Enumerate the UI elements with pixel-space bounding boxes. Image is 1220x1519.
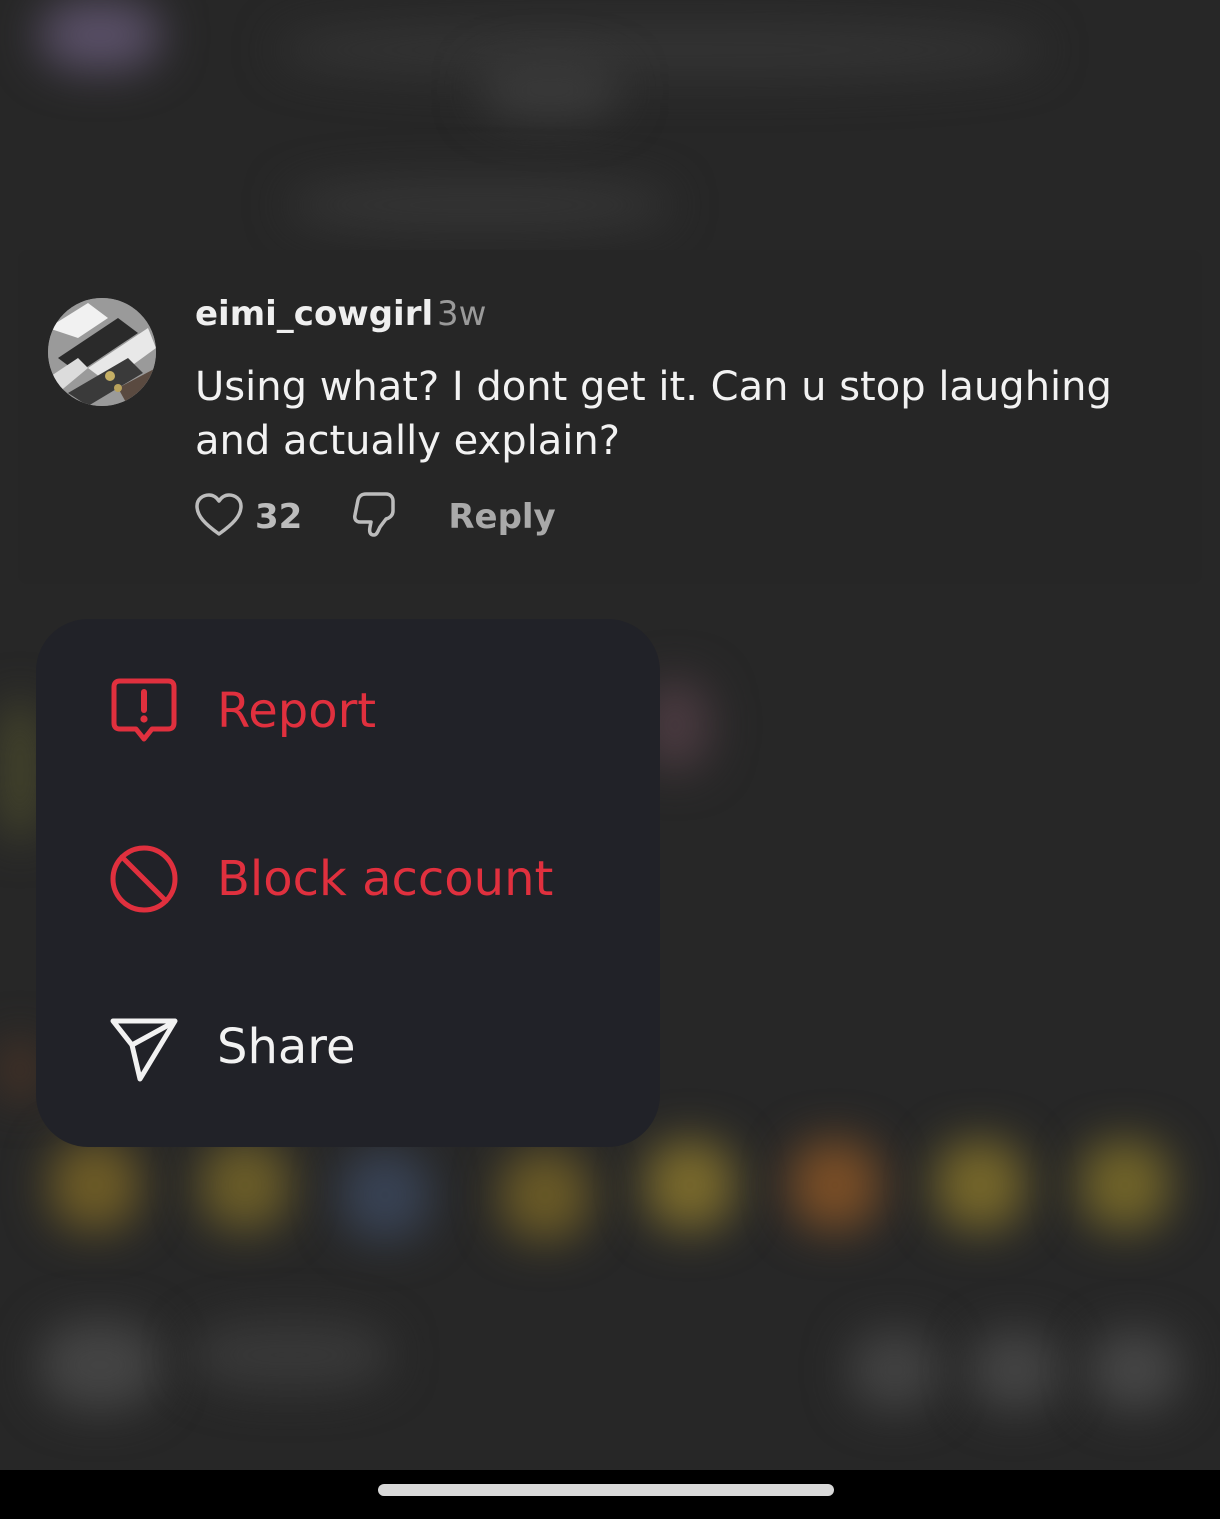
menu-item-report[interactable]: Report <box>36 636 660 786</box>
reply-button[interactable]: Reply <box>448 497 555 537</box>
menu-item-label: Block account <box>217 851 554 907</box>
comment-actions: 32 Reply <box>195 492 556 542</box>
menu-item-block-account[interactable]: Block account <box>36 804 660 954</box>
menu-item-share[interactable]: Share <box>36 972 660 1122</box>
like-button[interactable]: 32 <box>195 493 302 541</box>
dislike-icon <box>352 491 396 543</box>
comment-card: eimi_cowgirl 3w Using what? I dont get i… <box>18 250 1202 584</box>
menu-item-label: Report <box>217 683 377 739</box>
block-icon <box>108 843 180 915</box>
dislike-button[interactable] <box>352 491 396 543</box>
heart-icon <box>195 493 243 541</box>
report-icon <box>108 675 180 747</box>
comment-username[interactable]: eimi_cowgirl <box>195 294 433 334</box>
share-icon <box>108 1011 180 1083</box>
comment-context-menu: Report Block account Share <box>36 619 660 1147</box>
menu-item-label: Share <box>217 1019 356 1075</box>
system-navigation-bar <box>0 1470 1220 1519</box>
comment-timestamp: 3w <box>437 294 487 334</box>
comment-text: Using what? I dont get it. Can u stop la… <box>195 364 1112 464</box>
home-indicator[interactable] <box>378 1484 834 1496</box>
avatar[interactable] <box>48 298 156 406</box>
like-count: 32 <box>255 497 303 537</box>
